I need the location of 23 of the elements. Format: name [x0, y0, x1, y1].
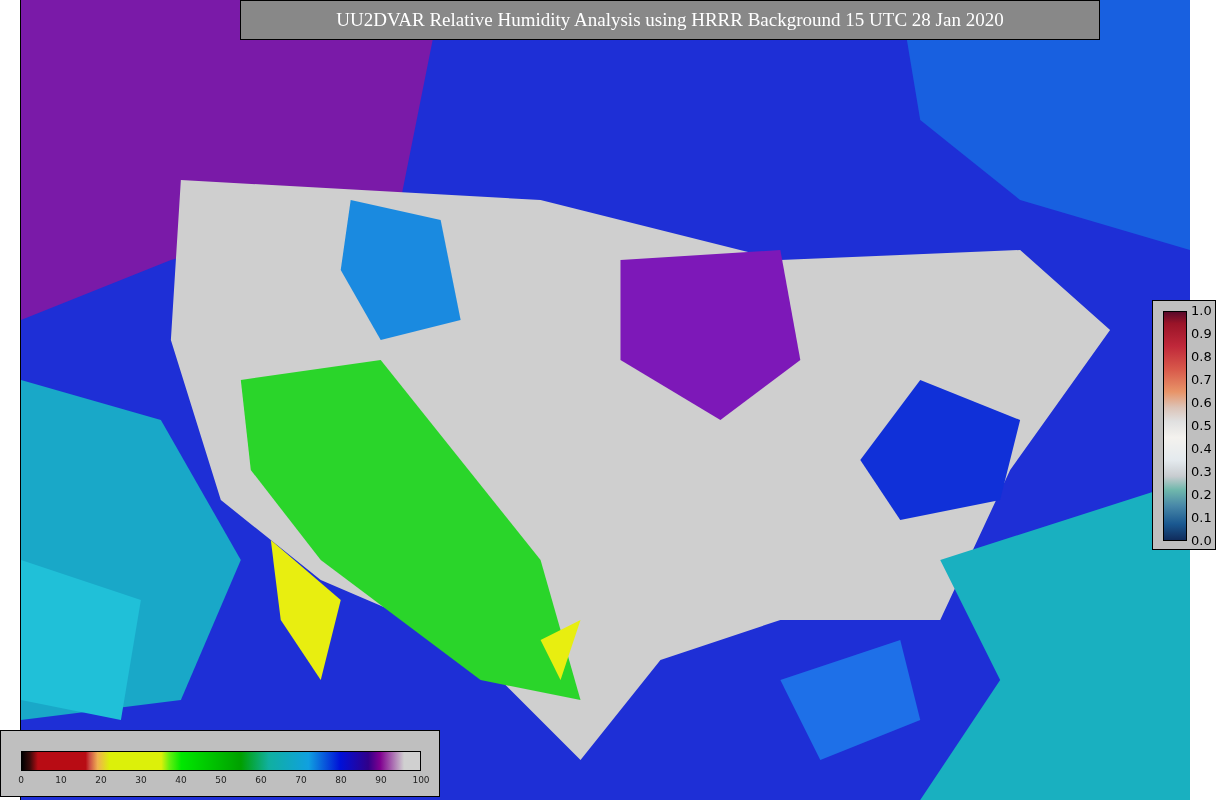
- colorbar-tick-label: 0.0: [1191, 534, 1212, 548]
- colorbar-tick-label: 100: [412, 775, 430, 785]
- colorbar-tick-label: 50: [215, 775, 227, 785]
- colorbar-tick-label: 0.1: [1191, 511, 1212, 525]
- colorbar-tick-label: 0.3: [1191, 465, 1212, 479]
- map-title: UU2DVAR Relative Humidity Analysis using HRRR Background 15 UTC 28 Jan 2020: [240, 0, 1100, 40]
- colorbar-tick-label: 0.7: [1191, 373, 1212, 387]
- colorbar-tick-label: 0.5: [1191, 419, 1212, 433]
- colorbar-tick-label: 0: [18, 775, 24, 785]
- colorbar-tick-label: 60: [255, 775, 267, 785]
- colorbar-tick-label: 40: [175, 775, 187, 785]
- colorbar-tick-label: 80: [335, 775, 347, 785]
- colorbar-tick-label: 0.4: [1191, 442, 1212, 456]
- colorbar-tick-label: 0.2: [1191, 488, 1212, 502]
- colorbar-tick-label: 1.0: [1191, 304, 1212, 318]
- colorbar-tick-label: 10: [55, 775, 67, 785]
- colorbar-tick-label: 0.9: [1191, 327, 1212, 341]
- colorbar-tick-label: 70: [295, 775, 307, 785]
- colorbar-tick-label: 20: [95, 775, 107, 785]
- colorbar-tick-label: 90: [375, 775, 387, 785]
- colorbar-tick-label: 30: [135, 775, 147, 785]
- colorbar-tick-label: 0.6: [1191, 396, 1212, 410]
- colorbar-tick-label: 0.8: [1191, 350, 1212, 364]
